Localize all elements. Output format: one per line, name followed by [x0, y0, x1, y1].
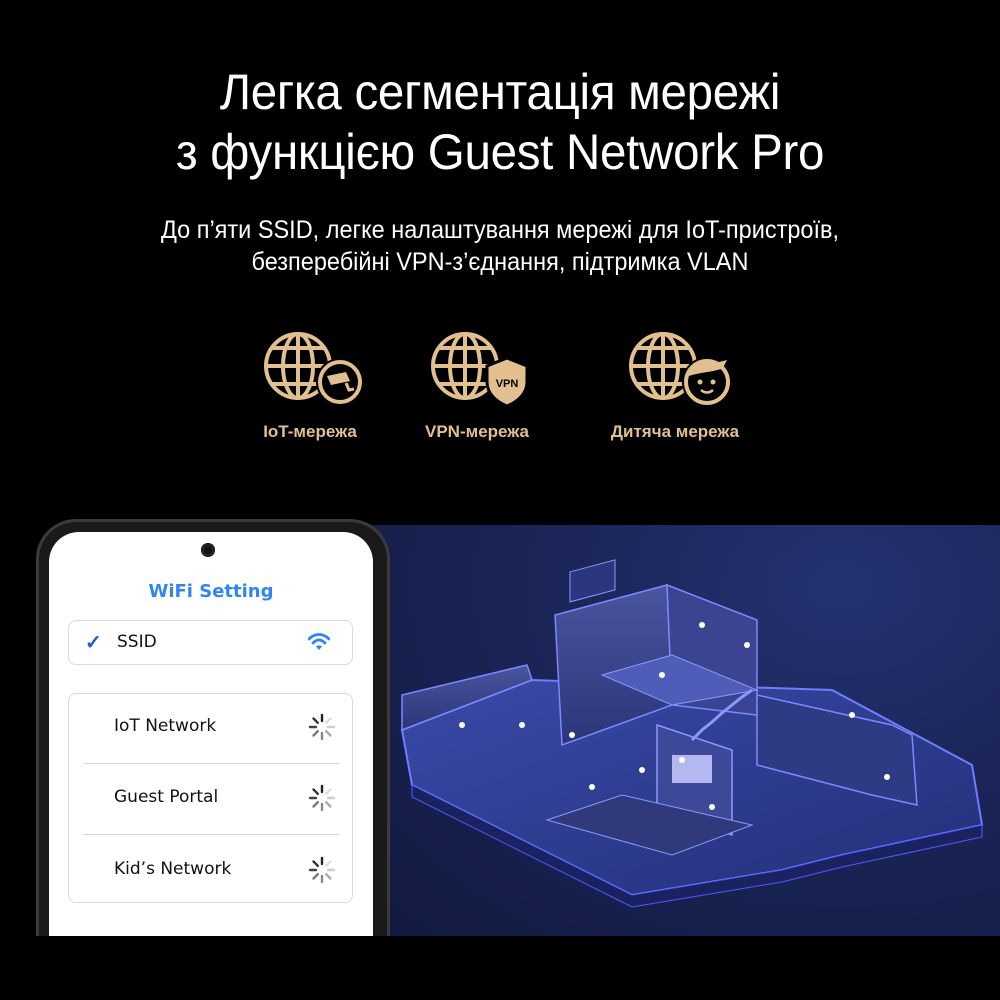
wall-screen — [569, 559, 616, 603]
feature-list: IoT-мережа VPN VPN-мережа Дитяча мережа — [0, 330, 1000, 450]
network-label: Kid’s Network — [114, 859, 232, 879]
ssid-row[interactable]: ✓ SSID — [68, 620, 353, 665]
network-label: Guest Portal — [114, 787, 219, 807]
vpn-badge-text: VPN — [496, 378, 519, 390]
feature-label: IoT-мережа — [263, 422, 357, 441]
globe-kid-face-icon — [615, 330, 735, 410]
globe-vpn-shield-icon: VPN — [417, 330, 537, 410]
wifi-icon — [307, 633, 331, 656]
loading-spinner-icon — [307, 855, 337, 890]
feature-label: Дитяча мережа — [610, 422, 740, 441]
front-camera — [201, 543, 215, 557]
headline-line-1: Легка сегментація мережі — [219, 64, 781, 120]
phone-screen: WiFi Setting ✓ SSID IoT Network Guest Po… — [49, 532, 373, 936]
globe-camera-icon — [250, 330, 370, 410]
tv — [672, 755, 712, 783]
loading-spinner-icon — [307, 783, 337, 818]
network-item-iot[interactable]: IoT Network — [83, 694, 339, 764]
feature-label: VPN-мережа — [425, 422, 529, 441]
subheadline: До п’яти SSID, легке налаштування мережі… — [30, 214, 970, 278]
loading-spinner-icon — [307, 712, 337, 747]
wifi-settings-title: WiFi Setting — [148, 581, 274, 602]
feature-vpn: VPN VPN-мережа — [387, 330, 567, 442]
network-item-guest[interactable]: Guest Portal — [83, 765, 339, 835]
headline-line-2: з функцією Guest Network Pro — [175, 124, 825, 180]
ssid-label: SSID — [117, 632, 157, 652]
feature-iot: IoT-мережа — [220, 330, 400, 442]
network-list: IoT Network Guest Portal Kid’s Network — [68, 693, 353, 903]
check-icon: ✓ — [85, 632, 102, 654]
subheadline-line-1: До п’яти SSID, легке налаштування мережі… — [160, 216, 840, 244]
subheadline-line-2: безперебійні VPN-з’єднання, підтримка VL… — [251, 248, 749, 276]
network-label: IoT Network — [114, 716, 217, 736]
feature-kids: Дитяча мережа — [585, 330, 765, 442]
headline: Легка сегментація мережі з функцією Gues… — [25, 62, 975, 182]
network-item-kids[interactable]: Kid’s Network — [83, 837, 339, 907]
smart-home-illustration — [372, 525, 1000, 936]
